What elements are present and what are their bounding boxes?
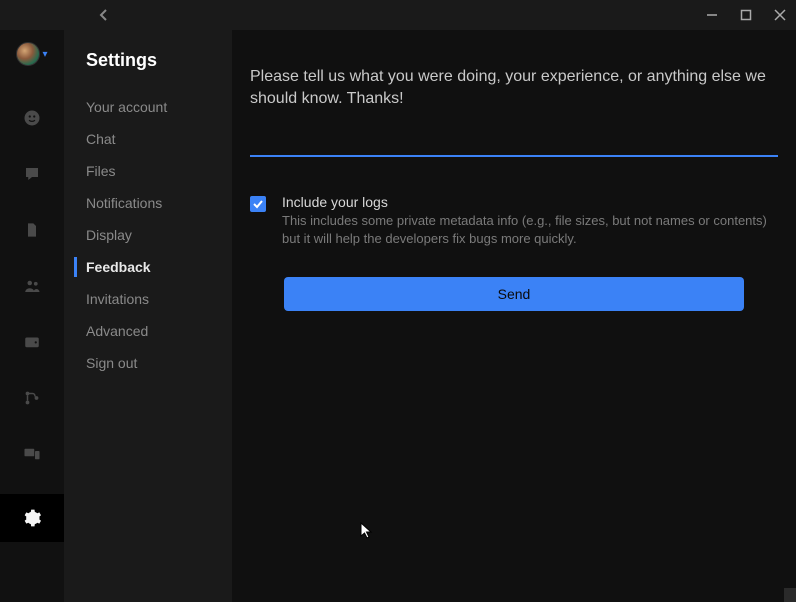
account-switcher[interactable]: ▾ xyxy=(16,42,47,66)
settings-icon[interactable] xyxy=(0,494,64,542)
include-logs-checkbox[interactable] xyxy=(250,196,266,212)
git-icon[interactable] xyxy=(16,382,48,414)
feedback-textarea[interactable] xyxy=(250,66,778,157)
settings-nav-list: Your account Chat Files Notifications Di… xyxy=(64,91,232,379)
include-logs-row: Include your logs This includes some pri… xyxy=(250,194,778,247)
include-logs-text: Include your logs This includes some pri… xyxy=(282,194,778,247)
content-area: Include your logs This includes some pri… xyxy=(232,30,796,602)
scrollbar[interactable] xyxy=(784,588,796,602)
back-button[interactable] xyxy=(92,3,116,27)
include-logs-label: Include your logs xyxy=(282,194,778,210)
chevron-down-icon: ▾ xyxy=(42,49,47,60)
minimize-button[interactable] xyxy=(704,7,720,23)
folder-icon[interactable] xyxy=(16,214,48,246)
team-icon[interactable] xyxy=(16,270,48,302)
nav-item-advanced[interactable]: Advanced xyxy=(64,315,232,347)
include-logs-description: This includes some private metadata info… xyxy=(282,212,778,247)
nav-item-display[interactable]: Display xyxy=(64,219,232,251)
send-button[interactable]: Send xyxy=(284,277,744,311)
left-rail: ▾ xyxy=(0,30,64,602)
devices-icon[interactable] xyxy=(16,438,48,470)
nav-item-feedback[interactable]: Feedback xyxy=(64,251,232,283)
nav-item-your-account[interactable]: Your account xyxy=(64,91,232,123)
wallet-icon[interactable] xyxy=(16,326,48,358)
nav-item-notifications[interactable]: Notifications xyxy=(64,187,232,219)
nav-item-sign-out[interactable]: Sign out xyxy=(64,347,232,379)
settings-nav-panel: Settings Your account Chat Files Notific… xyxy=(64,30,232,602)
nav-item-chat[interactable]: Chat xyxy=(64,123,232,155)
nav-item-files[interactable]: Files xyxy=(64,155,232,187)
close-button[interactable] xyxy=(772,7,788,23)
window-controls xyxy=(704,7,788,23)
page-title: Settings xyxy=(64,50,232,91)
avatar xyxy=(16,42,40,66)
main-layout: ▾ Settings Your account Chat xyxy=(0,30,796,602)
people-icon[interactable] xyxy=(16,102,48,134)
chat-icon[interactable] xyxy=(16,158,48,190)
nav-item-invitations[interactable]: Invitations xyxy=(64,283,232,315)
titlebar xyxy=(0,0,796,30)
maximize-button[interactable] xyxy=(738,7,754,23)
